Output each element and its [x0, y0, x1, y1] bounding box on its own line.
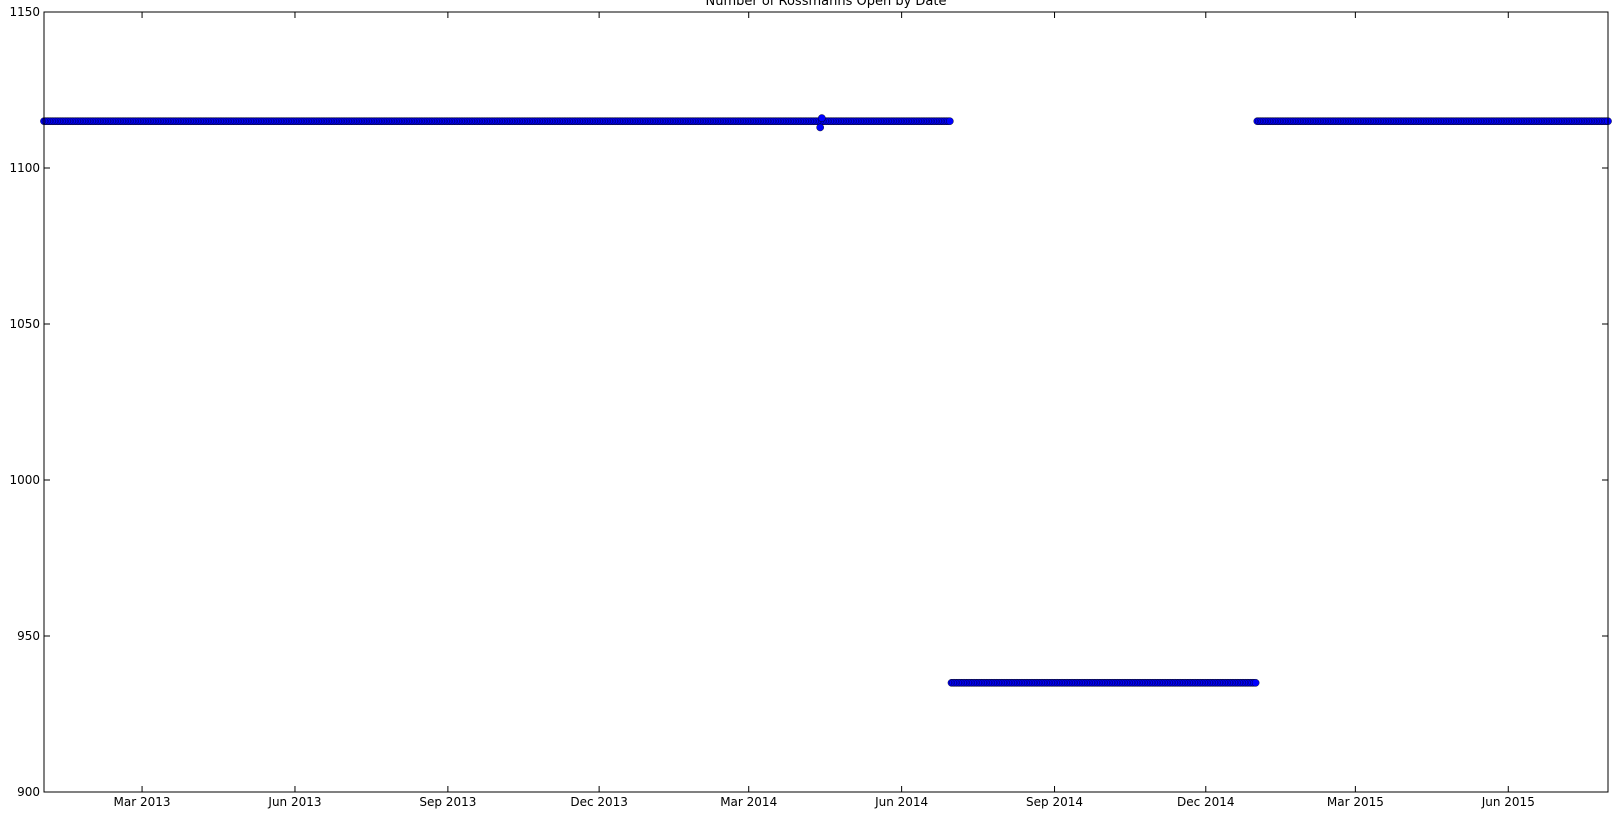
x-tick-label: Sep 2014 — [1026, 795, 1083, 809]
x-tick-label: Mar 2014 — [720, 795, 777, 809]
plot-frame — [43, 11, 1609, 793]
x-tick-label: Mar 2013 — [114, 795, 171, 809]
chart-title: Number of Rossmanns Open by Date — [706, 0, 947, 9]
x-tick-label: Jun 2013 — [267, 795, 321, 809]
y-tick-label: 1000 — [9, 473, 40, 487]
x-tick-label: Jun 2015 — [1481, 795, 1535, 809]
chart: Number of Rossmanns Open by Date 900 950 1… — [9, 0, 1612, 809]
data-point — [816, 123, 824, 132]
scatter-points — [40, 114, 1612, 687]
y-tick-label: 950 — [17, 629, 40, 643]
data-point — [1251, 679, 1260, 687]
x-tick-label: Mar 2015 — [1327, 795, 1384, 809]
x-tick-label: Dec 2013 — [570, 795, 628, 809]
x-tick-label: Sep 2013 — [419, 795, 476, 809]
y-tick-label: 1050 — [9, 317, 40, 331]
y-tick-label: 1100 — [9, 161, 40, 175]
data-point — [946, 117, 954, 125]
data-point — [818, 114, 826, 122]
axis-ticks: 900 950 1000 1050 1100 1150 Mar 2013 Jun 2013 Se… — [9, 5, 1608, 809]
y-tick-label: 1150 — [9, 5, 40, 19]
x-tick-label: Dec 2014 — [1177, 795, 1235, 809]
y-tick-label: 900 — [17, 785, 40, 799]
x-tick-label: Jun 2014 — [874, 795, 928, 809]
